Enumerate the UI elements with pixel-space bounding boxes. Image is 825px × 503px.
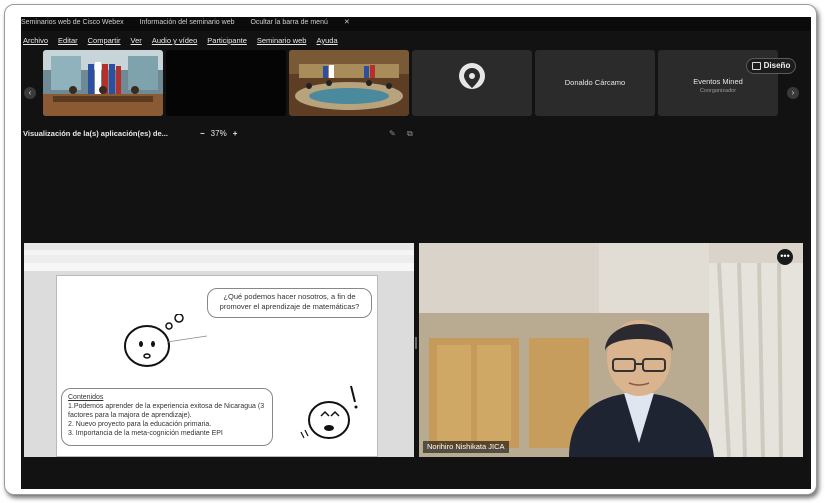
- active-speaker-video[interactable]: ••• Norihiro Nishikata JICA: [419, 243, 803, 457]
- layout-icon: [751, 61, 761, 70]
- participant-video-tile-3[interactable]: [289, 50, 409, 116]
- top-strip-item-hide-menu[interactable]: Ocultar la barra de menú: [250, 19, 327, 26]
- participant-video-tile-2[interactable]: [166, 50, 286, 116]
- screenshot-frame: Seminarios web de Cisco Webex Informació…: [4, 4, 817, 495]
- popout-icon[interactable]: ⧉: [407, 127, 413, 141]
- question-bubble: ¿Qué podemos hacer nosotros, a fin de pr…: [207, 288, 372, 318]
- top-strip-item-info[interactable]: Información del seminario web: [140, 19, 235, 26]
- presentation-slide: ¿Qué podemos hacer nosotros, a fin de pr…: [56, 275, 378, 457]
- zoom-level: 37%: [210, 129, 227, 138]
- zoom-control: −37% +: [194, 127, 243, 141]
- menu-item-participante[interactable]: Participante: [207, 34, 247, 48]
- participant-video-tile-1[interactable]: [43, 50, 163, 116]
- speaker-name-tag: Norihiro Nishikata JICA: [423, 441, 509, 453]
- participant-tile-donaldo[interactable]: Donaldo Cárcamo: [535, 50, 655, 116]
- top-strip: Seminarios web de Cisco Webex Informació…: [21, 17, 811, 31]
- location-pin-icon: [459, 63, 485, 89]
- menu-item-audio-video[interactable]: Audio y vídeo: [152, 34, 197, 48]
- excited-character-illustration: [300, 385, 358, 439]
- menu-item-compartir[interactable]: Compartir: [88, 34, 121, 48]
- menu-item-editar[interactable]: Editar: [58, 34, 78, 48]
- menu-item-ayuda[interactable]: Ayuda: [316, 34, 337, 48]
- zoom-in-button[interactable]: +: [233, 129, 238, 138]
- chevron-left-icon[interactable]: ‹: [24, 87, 36, 99]
- contents-item: 3. Importancia de la meta-cognición medi…: [68, 430, 223, 437]
- contents-item: 2. Nuevo proyecto para la educación prim…: [68, 421, 212, 428]
- menu-item-seminario-web[interactable]: Seminario web: [257, 34, 307, 48]
- thinking-character-illustration: [124, 314, 207, 367]
- shared-application-pane[interactable]: ¿Qué podemos hacer nosotros, a fin de pr…: [24, 243, 414, 457]
- menu-item-ver[interactable]: Ver: [131, 34, 142, 48]
- layout-button[interactable]: Diseño: [746, 58, 796, 74]
- more-options-icon[interactable]: •••: [777, 249, 793, 265]
- menu-bar: Archivo Editar Compartir Ver Audio y víd…: [21, 34, 811, 48]
- contents-item: 1.Podemos aprender de la experiencia exi…: [68, 403, 265, 419]
- participant-name: Donaldo Cárcamo: [564, 78, 626, 87]
- top-strip-item-webinar[interactable]: Seminarios web de Cisco Webex: [21, 19, 124, 26]
- zoom-out-button[interactable]: −: [200, 129, 205, 138]
- ceremony-room-video: [43, 50, 163, 116]
- chevron-right-icon[interactable]: ›: [787, 87, 799, 99]
- speaker-video-frame: [419, 243, 803, 457]
- annotate-icon[interactable]: ✎: [389, 127, 396, 141]
- contents-header: Contenidos: [68, 394, 104, 401]
- pane-splitter[interactable]: [415, 337, 417, 349]
- participant-role: Coorganizador: [699, 88, 737, 94]
- participant-tile-avatar[interactable]: [412, 50, 532, 116]
- contents-bubble: Contenidos 1.Podemos aprender de la expe…: [61, 388, 273, 446]
- pdf-title-bar: [24, 243, 414, 250]
- participant-name: Eventos Mined: [693, 77, 743, 86]
- conference-room-video: [289, 50, 409, 116]
- close-icon[interactable]: ✕: [344, 19, 350, 26]
- menu-item-archivo[interactable]: Archivo: [23, 34, 48, 48]
- layout-button-label: Diseño: [763, 61, 791, 70]
- webex-window: Seminarios web de Cisco Webex Informació…: [21, 17, 811, 489]
